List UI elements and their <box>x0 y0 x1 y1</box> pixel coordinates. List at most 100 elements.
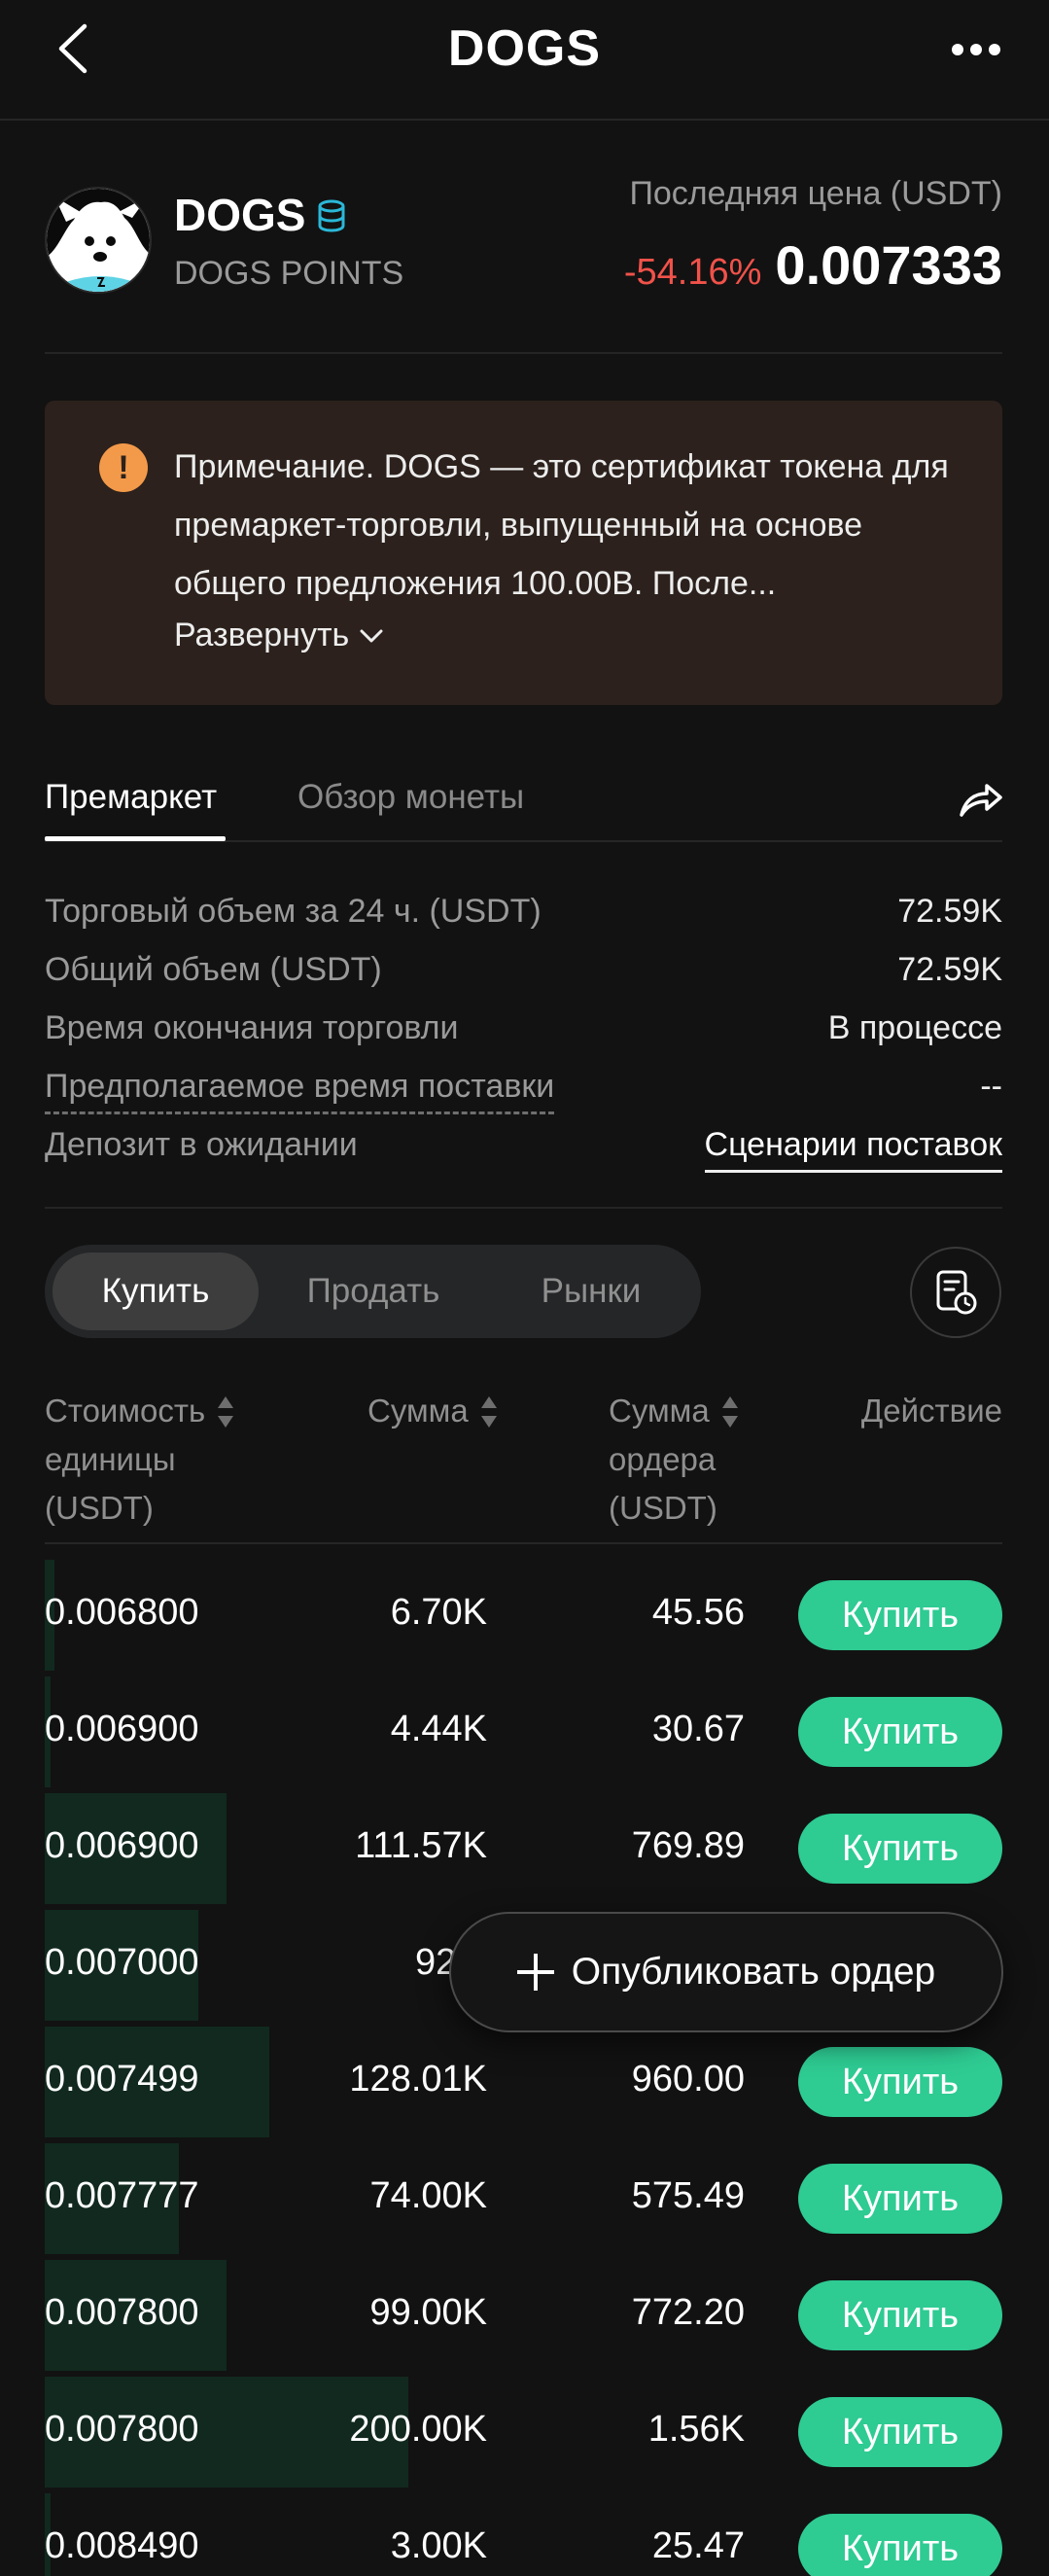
order-total: 45.56 <box>651 1592 745 1633</box>
order-row[interactable]: 0.006900 111.57K 769.89 Купить <box>45 1790 1002 1907</box>
table-header-divider <box>45 1542 1002 1544</box>
buy-button[interactable]: Купить <box>798 1697 1002 1767</box>
coin-stack-icon <box>318 199 345 232</box>
order-price: 0.007777 <box>45 2175 199 2216</box>
column-header-action: Действие <box>860 1393 1002 1429</box>
buy-button[interactable]: Купить <box>798 1580 1002 1650</box>
dot-icon <box>970 44 982 55</box>
order-total: 575.49 <box>631 2175 745 2216</box>
header-text: Стоимость <box>45 1393 206 1429</box>
order-side-switch: Купить Продать Рынки <box>45 1245 701 1338</box>
plus-icon <box>516 1954 554 1991</box>
dot-icon <box>952 44 963 55</box>
order-total: 1.56K <box>647 2409 745 2450</box>
sort-icon <box>217 1394 234 1431</box>
header-text: ордера <box>609 1441 717 1477</box>
price-row: -54.16% 0.007333 <box>624 233 1002 297</box>
order-total: 772.20 <box>631 2292 745 2333</box>
buy-button[interactable]: Купить <box>798 2164 1002 2234</box>
divider <box>45 352 1002 354</box>
last-price: 0.007333 <box>775 234 1002 296</box>
token-subtitle: DOGS POINTS <box>174 255 404 292</box>
info-value: -- <box>980 1068 1002 1105</box>
notice-banner: ! Примечание. DOGS — это сертификат токе… <box>45 401 1002 705</box>
header-text: Сумма <box>609 1393 710 1429</box>
info-value: 72.59K <box>897 893 1002 930</box>
order-row[interactable]: 0.007800 200.00K 1.56K Купить <box>45 2374 1002 2490</box>
token-name: DOGS <box>174 190 306 240</box>
order-price: 0.006800 <box>45 1592 199 1633</box>
buy-button[interactable]: Купить <box>798 2397 1002 2467</box>
segment-sell[interactable]: Продать <box>270 1253 476 1330</box>
header-text: (USDT) <box>609 1490 717 1526</box>
order-row[interactable]: 0.008490 3.00K 25.47 Купить <box>45 2490 1002 2576</box>
sort-icon <box>721 1394 739 1431</box>
info-value: В процессе <box>827 1009 1002 1046</box>
info-label: Торговый объем за 24 ч. (USDT) <box>45 893 542 930</box>
order-price: 0.008490 <box>45 2525 199 2566</box>
last-price-label: Последняя цена (USDT) <box>629 175 1002 212</box>
expand-label: Развернуть <box>174 617 350 653</box>
info-label: Время окончания торговли <box>45 1009 459 1046</box>
order-total: 25.47 <box>651 2525 745 2566</box>
price-change: -54.16% <box>623 252 762 293</box>
active-tab-indicator <box>45 836 226 841</box>
info-row-pending-deposit: Депозит в ожидании Сценарии поставок <box>45 1126 1002 1175</box>
column-header-order-total[interactable]: Сумма ордера (USDT) <box>609 1387 739 1533</box>
order-total: 960.00 <box>631 2059 745 2100</box>
dog-logo-icon <box>47 189 150 292</box>
info-row-delivery-time: Предполагаемое время поставки -- <box>45 1068 1002 1116</box>
notice-text: Примечание. DOGS — это сертификат токена… <box>174 448 949 602</box>
segment-buy[interactable]: Купить <box>52 1253 259 1330</box>
order-price: 0.006900 <box>45 1825 199 1866</box>
page-title: DOGS <box>447 20 602 77</box>
order-row[interactable]: 0.006900 4.44K 30.67 Купить <box>45 1674 1002 1790</box>
screen: DOGS DOGS DOGS POINTS Последняя цена (US… <box>0 0 1049 2576</box>
info-row-24h-volume: Торговый объем за 24 ч. (USDT) 72.59K <box>45 893 1002 941</box>
order-amount: 6.70K <box>390 1592 487 1633</box>
tab-coin-overview[interactable]: Обзор монеты <box>297 778 524 817</box>
order-total: 769.89 <box>631 1825 745 1866</box>
buy-button[interactable]: Купить <box>798 2047 1002 2117</box>
publish-order-button[interactable]: Опубликовать ордер <box>449 1912 1003 2032</box>
column-header-unit-price[interactable]: Стоимость единицы (USDT) <box>45 1387 234 1533</box>
publish-order-label: Опубликовать ордер <box>571 1951 936 1993</box>
buy-button[interactable]: Купить <box>798 1814 1002 1884</box>
order-history-button[interactable] <box>910 1247 1001 1338</box>
info-label: Депозит в ожидании <box>45 1126 358 1163</box>
order-row[interactable]: 0.007777 74.00K 575.49 Купить <box>45 2140 1002 2257</box>
order-price: 0.007499 <box>45 2059 199 2100</box>
order-total: 30.67 <box>651 1709 745 1749</box>
tab-premarket[interactable]: Премаркет <box>45 778 217 817</box>
order-amount: 99.00K <box>369 2292 487 2333</box>
order-amount: 3.00K <box>390 2525 487 2566</box>
expand-button[interactable]: Развернуть <box>174 617 384 654</box>
order-price: 0.007800 <box>45 2409 199 2450</box>
order-amount: 4.44K <box>390 1709 487 1749</box>
warning-icon: ! <box>99 443 148 492</box>
delivery-scenarios-link[interactable]: Сценарии поставок <box>704 1126 1002 1173</box>
info-value: 72.59K <box>897 951 1002 988</box>
token-avatar <box>45 187 152 294</box>
order-row[interactable]: 0.007499 128.01K 960.00 Купить <box>45 2024 1002 2140</box>
column-header-amount[interactable]: Сумма <box>367 1387 498 1435</box>
order-row[interactable]: 0.007800 99.00K 772.20 Купить <box>45 2257 1002 2374</box>
order-row[interactable]: 0.006800 6.70K 45.56 Купить <box>45 1557 1002 1674</box>
buy-button[interactable]: Купить <box>798 2514 1002 2576</box>
buy-button[interactable]: Купить <box>798 2280 1002 2350</box>
header-text: Сумма <box>367 1393 469 1429</box>
share-icon[interactable] <box>956 774 1004 823</box>
order-price: 0.007000 <box>45 1942 199 1983</box>
dot-icon <box>989 44 1000 55</box>
delivery-time-tooltip[interactable]: Предполагаемое время поставки <box>45 1068 555 1114</box>
sort-icon <box>480 1394 498 1431</box>
divider <box>45 1207 1002 1209</box>
order-amount: 128.01K <box>349 2059 487 2100</box>
header-text: (USDT) <box>45 1490 154 1526</box>
info-row-total-volume: Общий объем (USDT) 72.59K <box>45 951 1002 1000</box>
top-bar: DOGS <box>0 0 1049 121</box>
chevron-down-icon <box>360 629 383 642</box>
more-options-button[interactable] <box>942 25 1010 74</box>
order-amount: 74.00K <box>369 2175 487 2216</box>
segment-markets[interactable]: Рынки <box>488 1253 694 1330</box>
